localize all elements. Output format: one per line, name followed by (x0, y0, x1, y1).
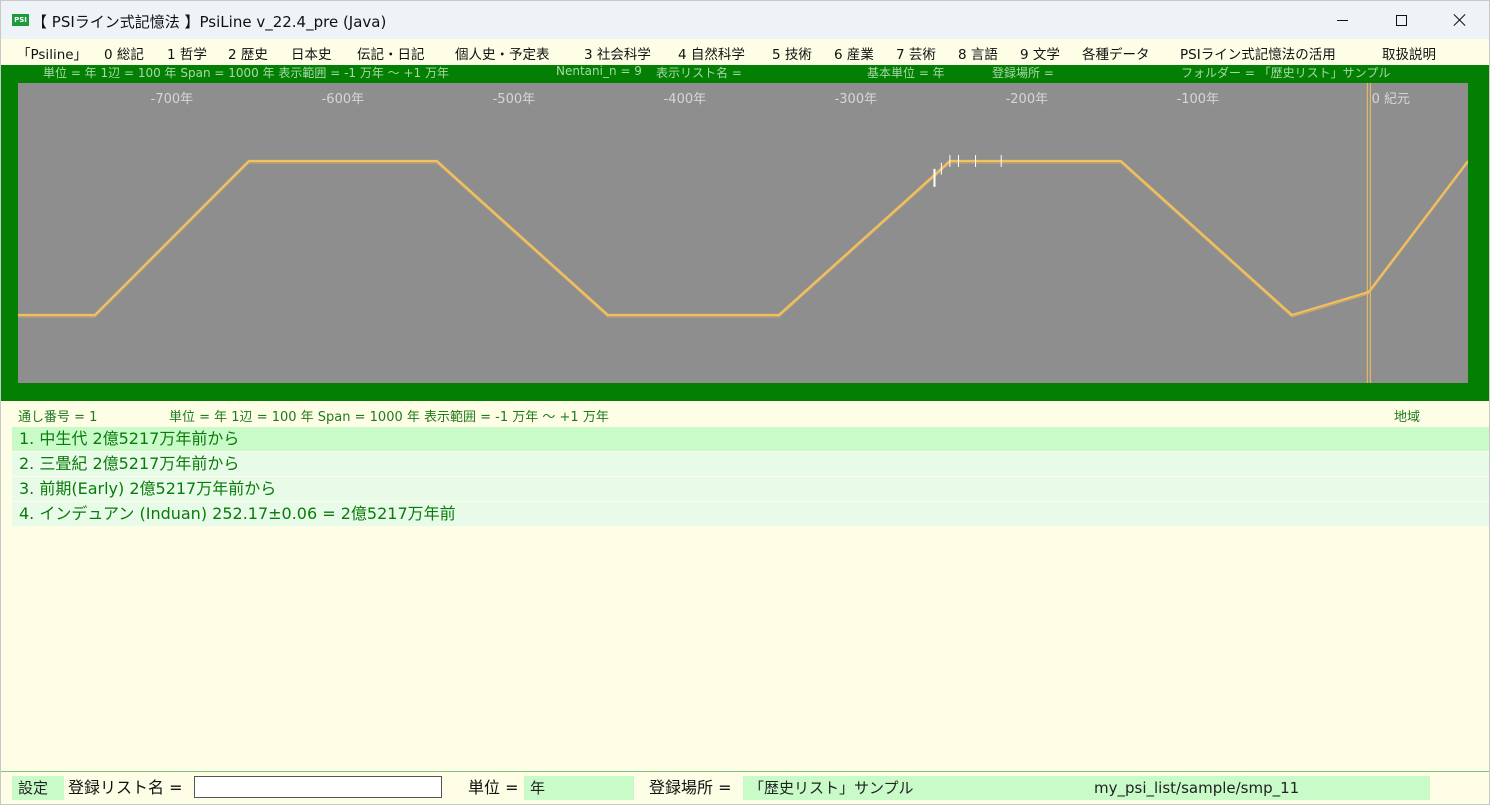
chart-folder: フォルダー = 「歴史リスト」サンプル (1181, 66, 1391, 80)
menu-natural-science[interactable]: 4 自然科学 (678, 43, 745, 63)
chart-nentani-info: Nentani_n = 9 (556, 64, 642, 78)
list-item[interactable]: 1. 中生代 2億5217万年前から (12, 427, 1489, 451)
location-label: 登録場所 = (649, 778, 732, 797)
menu-arts[interactable]: 7 芸術 (896, 43, 936, 63)
timeline-svg (18, 83, 1468, 383)
location-path: my_psi_list/sample/smp_11 (1088, 776, 1430, 800)
menu-psiline[interactable]: 「Psiline」 (17, 43, 87, 63)
unit-label: 単位 = (468, 778, 519, 797)
list-item[interactable]: 3. 前期(Early) 2億5217万年前から (12, 477, 1489, 501)
x-tick-label: -400年 (663, 92, 707, 107)
list-item[interactable]: 2. 三畳紀 2億5217万年前から (12, 452, 1489, 476)
list-name-input[interactable] (194, 776, 442, 798)
menu-technology[interactable]: 5 技術 (772, 43, 812, 63)
chart-location: 登録場所 = (992, 66, 1054, 80)
menu-literature[interactable]: 9 文学 (1020, 43, 1060, 63)
x-tick-label: -700年 (150, 92, 194, 107)
psi-line-series (18, 162, 1468, 318)
menu-language[interactable]: 8 言語 (958, 43, 998, 63)
menu-biography[interactable]: 伝記・日記 (357, 43, 425, 63)
chart-panel: 単位 = 年 1辺 = 100 年 Span = 1000 年 表示範囲 = -… (1, 64, 1489, 401)
chart-list-name: 表示リスト名 = (656, 66, 742, 80)
menu-history[interactable]: 2 歴史 (228, 43, 268, 63)
maximize-icon (1395, 14, 1407, 26)
app-icon: PSI (12, 14, 29, 26)
maximize-button[interactable] (1372, 1, 1430, 39)
location-value: 「歴史リスト」サンプル (743, 776, 1088, 800)
psi-line-series (18, 159, 1468, 317)
list-region-header: 地域 (1394, 410, 1421, 425)
window-title: 【 PSIライン式記憶法 】PsiLine v_22.4_pre (Java) (32, 13, 387, 31)
list-item[interactable]: 4. インデュアン (Induan) 252.17±0.06 = 2億5217万… (12, 502, 1489, 526)
title-bar: PSI 【 PSIライン式記憶法 】PsiLine v_22.4_pre (Ja… (1, 1, 1489, 39)
minimize-button[interactable] (1313, 1, 1371, 39)
chart-base-unit: 基本単位 = 年 (867, 66, 945, 80)
x-tick-label: -600年 (321, 92, 365, 107)
list-scale-info: 単位 = 年 1辺 = 100 年 Span = 1000 年 表示範囲 = -… (169, 410, 609, 425)
menu-bar: 「Psiline」 0 総記 1 哲学 2 歴史 日本史 伝記・日記 個人史・予… (1, 39, 1489, 65)
x-tick-label: -300年 (834, 92, 878, 107)
minimize-icon (1336, 19, 1348, 21)
menu-social-science[interactable]: 3 社会科学 (584, 43, 651, 63)
menu-industry[interactable]: 6 産業 (834, 43, 874, 63)
close-button[interactable] (1431, 1, 1489, 39)
unit-value: 年 (524, 776, 634, 800)
menu-philosophy[interactable]: 1 哲学 (167, 43, 207, 63)
list-serial: 通し番号 = 1 (18, 410, 98, 425)
menu-personal-history[interactable]: 個人史・予定表 (455, 43, 550, 63)
chart-scale-info: 単位 = 年 1辺 = 100 年 Span = 1000 年 表示範囲 = -… (43, 66, 449, 80)
timeline-plot[interactable]: -700年 -600年 -500年 -400年 -300年 -200年 -100年 0 紀元 (18, 83, 1468, 383)
x-tick-label: 0 紀元 (1371, 92, 1411, 107)
menu-usage[interactable]: PSIライン式記憶法の活用 (1180, 43, 1336, 63)
list-name-label: 登録リスト名 = (68, 778, 183, 797)
menu-general[interactable]: 0 総記 (104, 43, 144, 63)
settings-button[interactable]: 設定 (12, 776, 64, 800)
menu-japanese-history[interactable]: 日本史 (291, 43, 332, 63)
app-window: PSI 【 PSIライン式記憶法 】PsiLine v_22.4_pre (Ja… (0, 0, 1490, 805)
close-icon (1453, 13, 1467, 27)
x-tick-label: -200年 (1005, 92, 1049, 107)
menu-manual[interactable]: 取扱説明 (1382, 43, 1436, 63)
x-tick-label: -500年 (492, 92, 536, 107)
menu-data[interactable]: 各種データ (1082, 43, 1150, 63)
bottom-bar: 設定 登録リスト名 = 単位 = 年 登録場所 = 「歴史リスト」サンプル my… (1, 771, 1489, 804)
x-tick-label: -100年 (1176, 92, 1220, 107)
